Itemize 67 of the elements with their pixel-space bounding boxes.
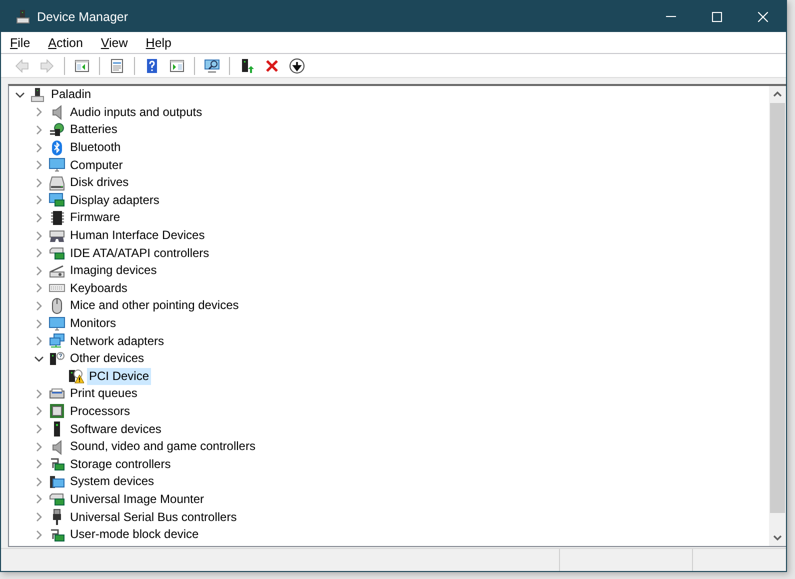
tree-item[interactable]: IDE ATA/ATAPI controllers xyxy=(68,244,212,262)
tree-item[interactable]: Print queues xyxy=(68,385,140,402)
tree-item[interactable]: Universal Serial Bus controllers xyxy=(68,508,239,526)
tree-item[interactable]: Paladin xyxy=(49,86,94,104)
computer-folder-icon xyxy=(49,474,65,490)
processor-icon xyxy=(49,403,65,420)
tree-item[interactable]: Keyboards xyxy=(68,280,130,297)
tree-item[interactable]: Imaging devices xyxy=(68,262,159,280)
bluetooth-icon xyxy=(49,140,65,156)
tree-item[interactable]: Audio inputs and outputs xyxy=(68,104,204,121)
tree-item[interactable]: Batteries xyxy=(68,121,120,138)
unknown-device-icon xyxy=(49,350,65,367)
computer-icon xyxy=(15,8,31,24)
scanner-icon xyxy=(49,262,65,279)
keyboard-gamepad-icon xyxy=(49,228,65,244)
tree-item[interactable]: Human Interface Devices xyxy=(68,227,207,244)
mouse-icon xyxy=(49,298,65,314)
tree-item[interactable]: Network adapters xyxy=(68,332,166,350)
menu-item[interactable]: View xyxy=(92,32,137,53)
tree-item[interactable]: Mice and other pointing devices xyxy=(68,297,241,314)
menu-item[interactable]: File xyxy=(10,32,40,53)
back-icon xyxy=(14,58,30,74)
tree-item[interactable]: Bluetooth xyxy=(68,139,123,156)
delete-icon xyxy=(264,58,280,74)
tree-item[interactable]: Storage controllers xyxy=(68,456,173,473)
help-icon xyxy=(144,58,160,74)
tree-item[interactable]: PCI Device xyxy=(87,368,152,385)
storage-controller-icon xyxy=(49,526,65,543)
storage-controller-icon xyxy=(49,456,65,472)
network-icon xyxy=(49,333,65,350)
warning-device-icon xyxy=(68,368,84,384)
close-icon xyxy=(758,12,768,22)
down-arrow-circle-icon xyxy=(289,58,305,74)
tree-item[interactable]: Other devices xyxy=(68,350,146,368)
window-pane-icon xyxy=(74,58,90,74)
forward-icon xyxy=(39,58,55,74)
menu-item[interactable]: Help xyxy=(136,32,181,53)
computer-icon xyxy=(30,86,46,103)
tree-item[interactable]: Disk drives xyxy=(68,174,131,192)
window-pane-icon xyxy=(169,58,185,74)
maximize-icon xyxy=(712,12,722,22)
battery-plug-icon xyxy=(49,122,65,138)
tree-item[interactable]: Monitors xyxy=(68,315,118,332)
chip-icon xyxy=(49,210,65,226)
tree-item[interactable]: Display adapters xyxy=(68,192,162,209)
circuit-board-icon xyxy=(49,245,65,262)
tree-item[interactable]: Software devices xyxy=(68,420,164,438)
tree-item[interactable]: Firmware xyxy=(68,209,122,226)
circuit-board-icon xyxy=(49,491,65,508)
monitor-icon xyxy=(49,316,65,332)
properties-icon xyxy=(109,58,125,74)
window-title: Device Manager xyxy=(37,10,130,24)
monitor-magnifier-icon xyxy=(204,58,220,74)
scroll-thumb[interactable] xyxy=(770,103,785,513)
scrollbar[interactable] xyxy=(769,86,786,546)
tree-item[interactable]: Universal Image Mounter xyxy=(68,490,206,508)
device-arrow-icon xyxy=(239,58,255,74)
tree-item[interactable]: Sound, video and game controllers xyxy=(68,438,258,456)
tree-item[interactable]: System devices xyxy=(68,473,156,490)
monitor-card-icon xyxy=(49,192,65,208)
monitor-icon xyxy=(49,157,65,174)
tree-item[interactable]: Computer xyxy=(68,156,125,174)
minimize-icon xyxy=(666,16,676,17)
drive-icon xyxy=(49,174,65,191)
menu-item[interactable]: Action xyxy=(39,32,92,53)
tree-item[interactable]: Processors xyxy=(68,402,132,420)
tree-item[interactable]: User-mode block device xyxy=(68,526,201,544)
